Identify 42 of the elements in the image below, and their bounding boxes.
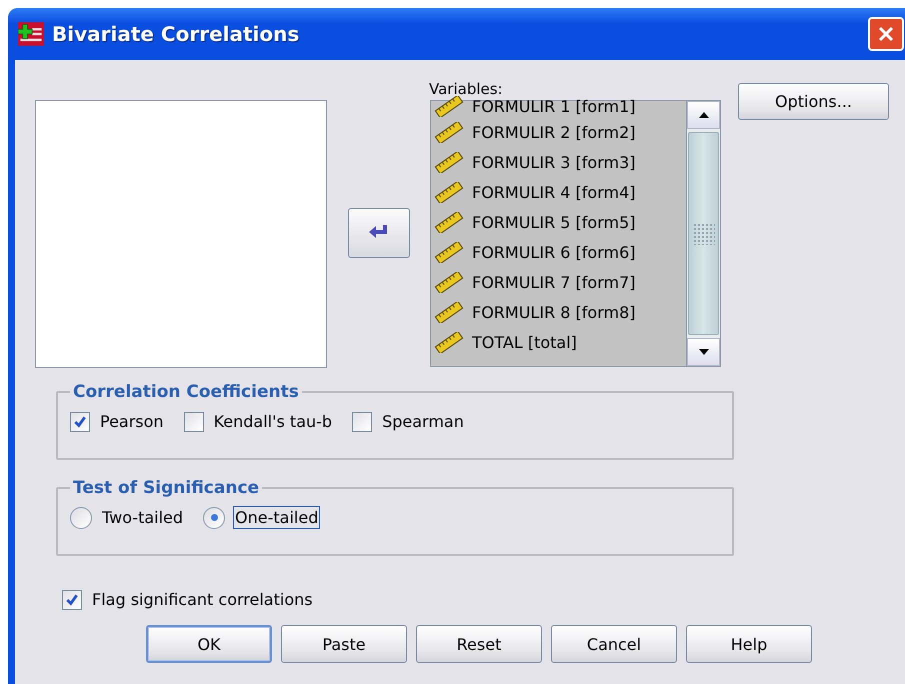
checkbox-label[interactable]: Flag significant correlations [90,588,315,611]
scroll-thumb[interactable] [688,132,719,335]
down-arrow-icon [698,348,710,356]
checkbox-label[interactable]: Kendall's tau-b [212,410,334,433]
checkbox[interactable] [184,412,204,432]
scroll-up-button[interactable] [687,101,720,129]
radio-button[interactable] [70,506,92,528]
window-title: Bivariate Correlations [52,22,300,46]
radio-button[interactable] [203,506,226,528]
radio-label[interactable]: One-tailed [233,506,320,529]
checkbox-label[interactable]: Pearson [98,410,166,433]
up-arrow-icon [698,111,710,119]
dialog-button[interactable]: OK [146,625,272,663]
dialog-button[interactable]: Reset [416,625,542,663]
list-item[interactable]: FORMULIR 5 [form5] [472,212,636,232]
list-item[interactable]: TOTAL [total] [472,333,577,352]
checkbox-label[interactable]: Spearman [380,410,466,433]
list-item[interactable]: FORMULIR 4 [form4] [472,182,636,202]
radio-label[interactable]: Two-tailed [100,506,186,529]
list-item[interactable]: FORMULIR 3 [form3] [472,152,636,172]
group-title: Correlation Coefficients [72,382,300,402]
dialog-button[interactable]: Cancel [551,625,677,663]
list-item[interactable]: FORMULIR 8 [form8] [472,303,636,322]
check-icon [73,414,87,428]
checkbox[interactable] [70,412,90,432]
list-item[interactable]: FORMULIR 6 [form6] [472,242,636,262]
close-button[interactable] [868,17,904,51]
list-item[interactable]: FORMULIR 7 [form7] [472,273,636,292]
options-button[interactable]: Options... [738,83,889,120]
close-icon [876,24,896,44]
dialog-button[interactable]: Help [686,625,812,663]
list-item[interactable]: FORMULIR 2 [form2] [472,122,636,142]
scroll-down-button[interactable] [687,338,720,366]
variables-label: Variables: [429,80,504,99]
dialog-button[interactable]: Paste [281,625,407,663]
scrollbar[interactable] [686,101,720,366]
app-icon [18,22,44,46]
checkbox[interactable] [62,590,82,610]
move-button[interactable] [348,208,410,258]
checkbox[interactable] [352,412,372,432]
group-title: Test of Significance [72,478,260,498]
check-icon [65,592,79,606]
